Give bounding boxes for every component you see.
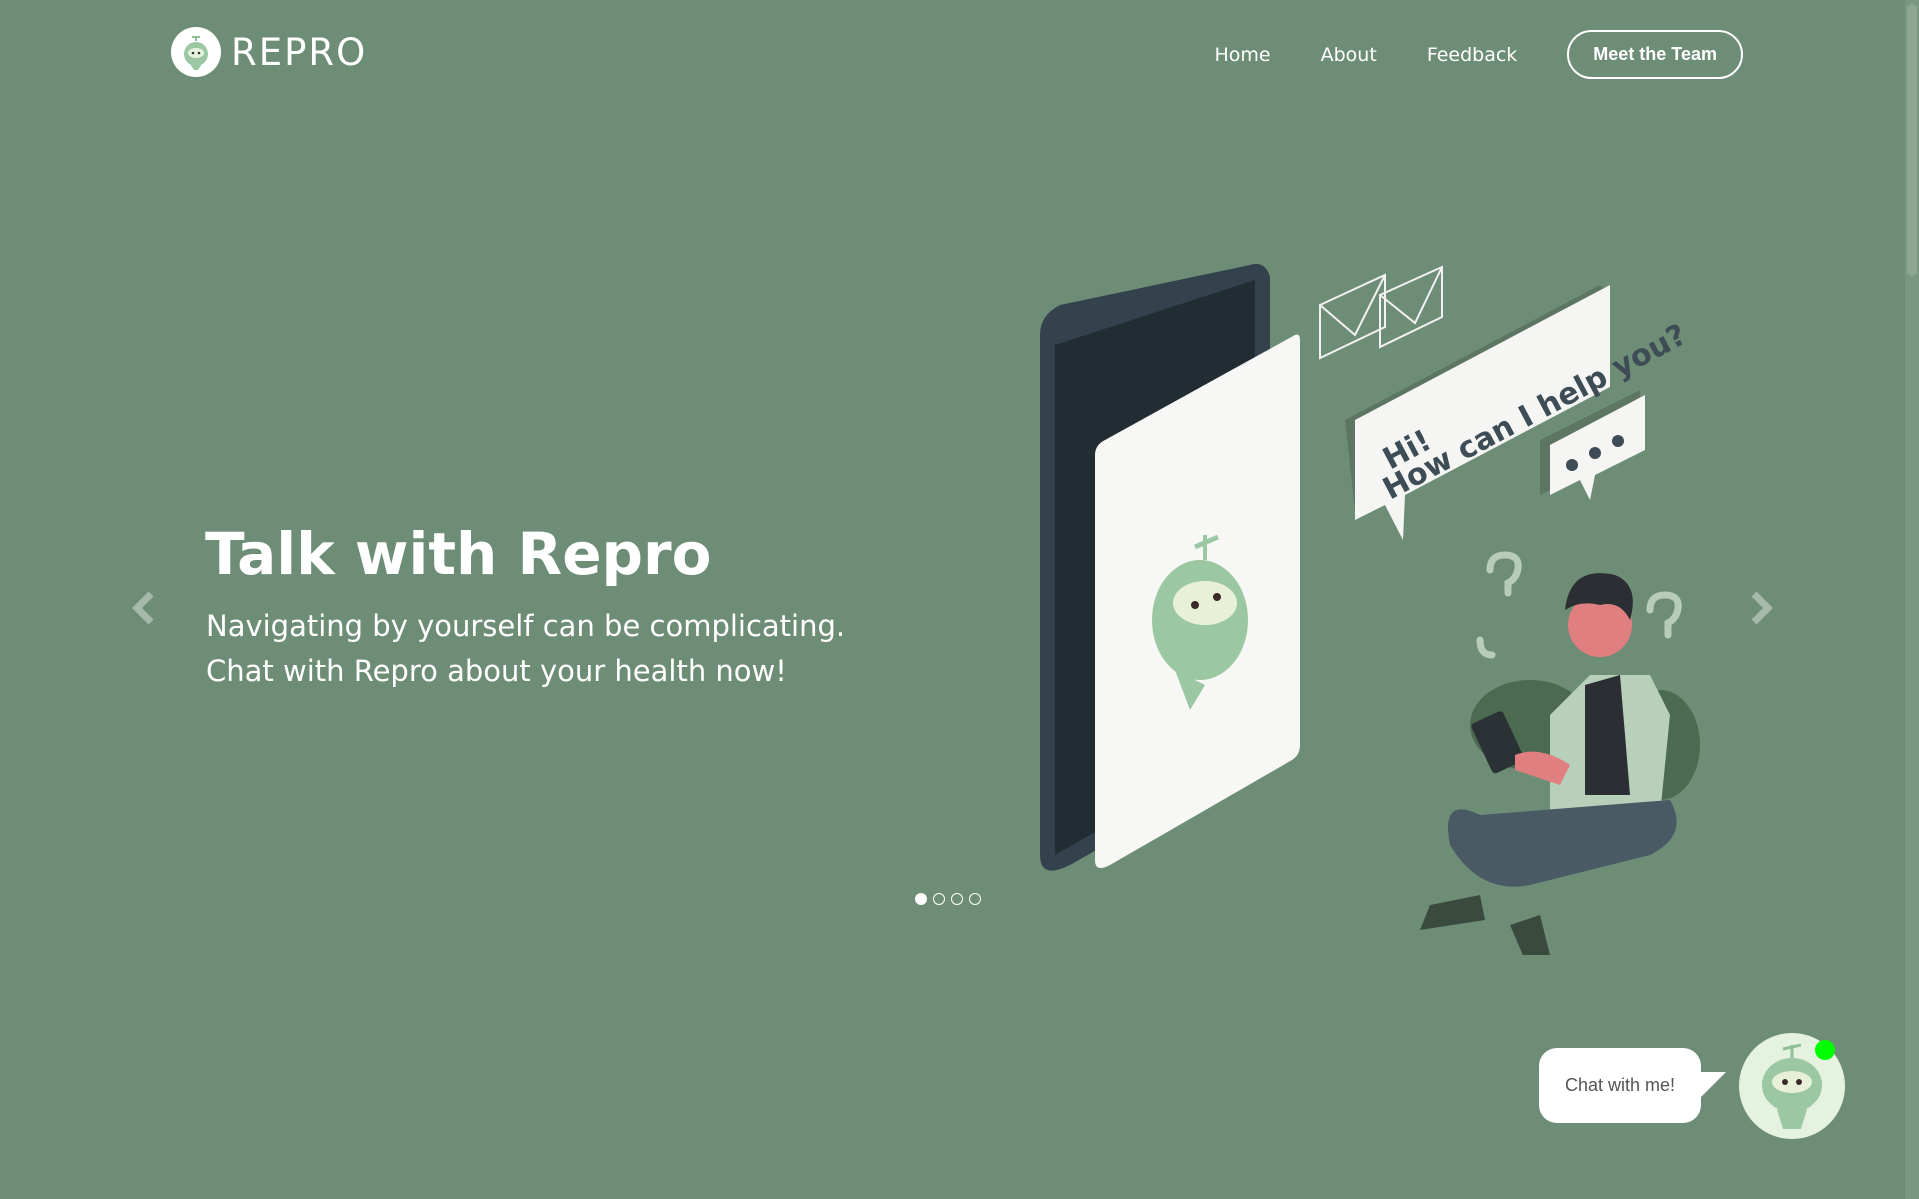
main-nav: Home About Feedback Meet the Team	[1215, 30, 1743, 79]
online-status-indicator	[1815, 1040, 1835, 1060]
carousel-indicators	[915, 893, 981, 905]
hero-line-1: Navigating by yourself can be complicati…	[206, 609, 846, 643]
person-illustration	[1420, 573, 1700, 955]
carousel-prev-button[interactable]	[125, 588, 165, 628]
hero-line-2: Chat with Repro about your health now!	[206, 654, 787, 688]
hero-description: Navigating by yourself can be complicati…	[206, 604, 906, 694]
hero-illustration: Hi! How can I help you?	[1040, 263, 1700, 955]
envelope-icons	[1319, 265, 1443, 360]
carousel-dot-1[interactable]	[915, 893, 927, 905]
carousel-dot-3[interactable]	[951, 893, 963, 905]
carousel-dot-4[interactable]	[969, 893, 981, 905]
site-logo[interactable]: REPRO	[171, 27, 367, 77]
carousel-dot-2[interactable]	[933, 893, 945, 905]
nav-feedback[interactable]: Feedback	[1427, 44, 1517, 66]
chat-bubble-tail	[1698, 1072, 1726, 1100]
chevron-left-icon	[132, 591, 154, 625]
repro-logo-icon	[171, 27, 221, 77]
nav-home[interactable]: Home	[1215, 44, 1271, 66]
meet-the-team-button[interactable]: Meet the Team	[1567, 30, 1743, 79]
carousel-next-button[interactable]	[1740, 588, 1780, 628]
logo-text: REPRO	[231, 30, 368, 74]
page-scrollbar[interactable]	[1905, 0, 1919, 1199]
phone-illustration	[1040, 263, 1300, 871]
scrollbar-thumb[interactable]	[1907, 4, 1917, 276]
nav-about[interactable]: About	[1321, 44, 1377, 66]
chevron-right-icon	[1751, 591, 1773, 625]
hero-title: Talk with Repro	[205, 520, 712, 588]
chat-prompt-bubble[interactable]: Chat with me!	[1539, 1048, 1701, 1123]
